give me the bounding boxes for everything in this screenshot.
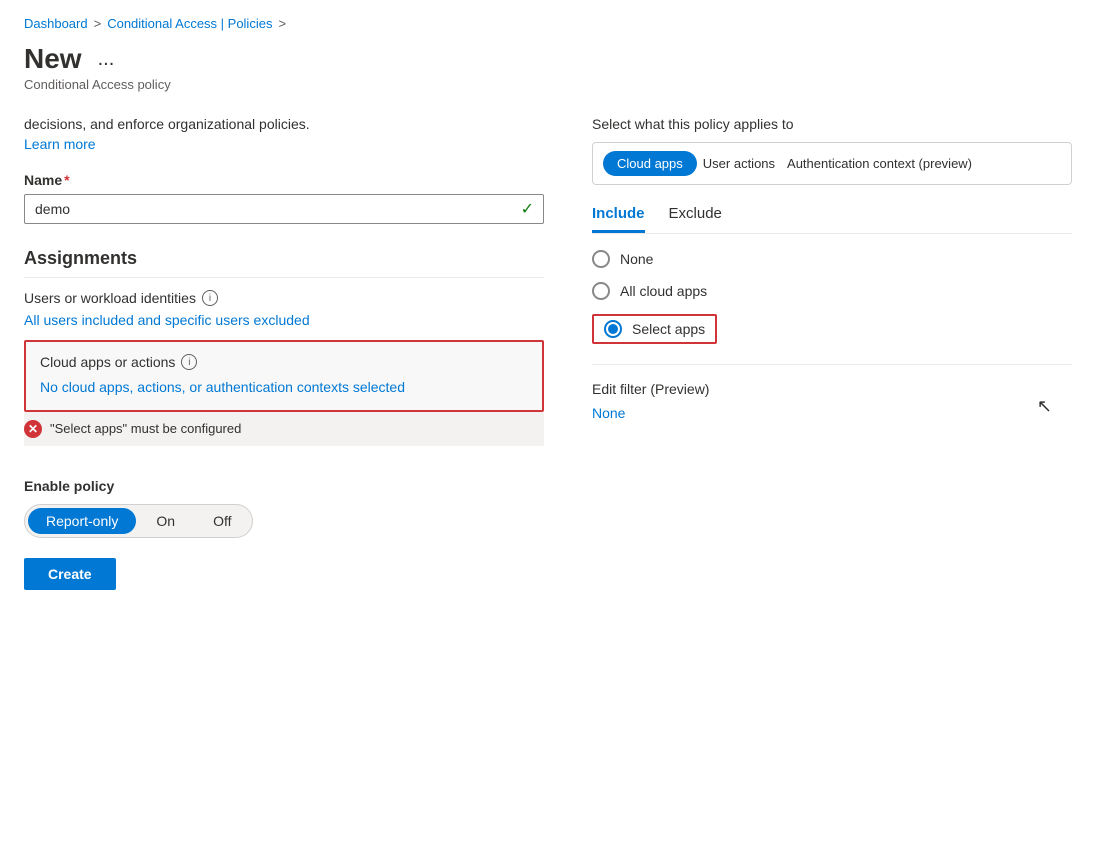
divider xyxy=(592,364,1072,365)
edit-filter-label: Edit filter (Preview) xyxy=(592,381,1072,397)
assignments-title: Assignments xyxy=(24,248,544,278)
cloud-apps-label: Cloud apps or actions i xyxy=(40,354,528,370)
breadcrumb: Dashboard > Conditional Access | Policie… xyxy=(24,16,1072,31)
enable-policy-label: Enable policy xyxy=(24,478,544,494)
radio-group: None All cloud apps Select apps xyxy=(592,250,1072,344)
breadcrumb-sep-2: > xyxy=(278,16,286,31)
cloud-apps-description: No cloud apps, actions, or authenticatio… xyxy=(40,378,528,398)
tab-auth-context[interactable]: Authentication context (preview) xyxy=(787,151,972,176)
toggle-report-only[interactable]: Report-only xyxy=(28,508,136,534)
create-button[interactable]: Create xyxy=(24,558,116,590)
learn-more-link[interactable]: Learn more xyxy=(24,136,96,152)
cloud-apps-info-icon: i xyxy=(181,354,197,370)
breadcrumb-policies[interactable]: Conditional Access | Policies xyxy=(107,16,272,31)
radio-select-circle xyxy=(604,320,622,338)
tab-user-actions[interactable]: User actions xyxy=(703,151,775,176)
users-info-icon: i xyxy=(202,290,218,306)
right-panel: Select what this policy applies to Cloud… xyxy=(592,116,1072,590)
toggle-on[interactable]: On xyxy=(138,508,193,534)
breadcrumb-dashboard[interactable]: Dashboard xyxy=(24,16,88,31)
error-message: "Select apps" must be configured xyxy=(50,421,241,436)
radio-all-label: All cloud apps xyxy=(620,283,707,299)
tab-cloud-apps[interactable]: Cloud apps xyxy=(603,151,697,176)
ellipsis-button[interactable]: ... xyxy=(92,46,121,73)
name-input-wrapper: ✓ xyxy=(24,194,544,224)
left-panel: decisions, and enforce organizational po… xyxy=(24,116,544,590)
toggle-off[interactable]: Off xyxy=(195,508,249,534)
app-type-tabs: Cloud apps User actions Authentication c… xyxy=(592,142,1072,185)
name-field-label: Name* xyxy=(24,172,544,188)
page-title: New xyxy=(24,43,82,75)
users-label: Users or workload identities i xyxy=(24,290,544,306)
radio-none[interactable]: None xyxy=(592,250,1072,268)
tab-exclude[interactable]: Exclude xyxy=(669,205,722,233)
page-subtitle: Conditional Access policy xyxy=(24,77,1072,92)
radio-none-circle xyxy=(592,250,610,268)
error-row: ✕ "Select apps" must be configured xyxy=(24,412,544,446)
input-check-icon: ✓ xyxy=(521,199,534,219)
users-link[interactable]: All users included and specific users ex… xyxy=(24,312,310,328)
tab-include[interactable]: Include xyxy=(592,205,645,233)
edit-filter-value[interactable]: None xyxy=(592,405,625,421)
radio-none-label: None xyxy=(620,251,653,267)
enable-policy-toggle: Report-only On Off xyxy=(24,504,253,538)
radio-all-circle xyxy=(592,282,610,300)
breadcrumb-sep-1: > xyxy=(94,16,102,31)
required-indicator: * xyxy=(64,172,69,188)
page-header: New ... xyxy=(24,43,1072,75)
cloud-apps-box: Cloud apps or actions i No cloud apps, a… xyxy=(24,340,544,412)
main-layout: decisions, and enforce organizational po… xyxy=(24,116,1072,590)
name-input[interactable] xyxy=(24,194,544,224)
cursor-arrow: ↖ xyxy=(1037,396,1052,417)
description-text: decisions, and enforce organizational po… xyxy=(24,116,544,132)
select-apps-highlight-box: Select apps xyxy=(592,314,717,344)
error-icon: ✕ xyxy=(24,420,42,438)
enable-policy-section: Enable policy Report-only On Off xyxy=(24,478,544,538)
radio-select-label: Select apps xyxy=(632,321,705,337)
applies-to-label: Select what this policy applies to xyxy=(592,116,1072,132)
radio-all-cloud-apps[interactable]: All cloud apps xyxy=(592,282,1072,300)
include-exclude-tabs: Include Exclude xyxy=(592,205,1072,234)
radio-select-apps[interactable]: Select apps xyxy=(592,314,1072,344)
